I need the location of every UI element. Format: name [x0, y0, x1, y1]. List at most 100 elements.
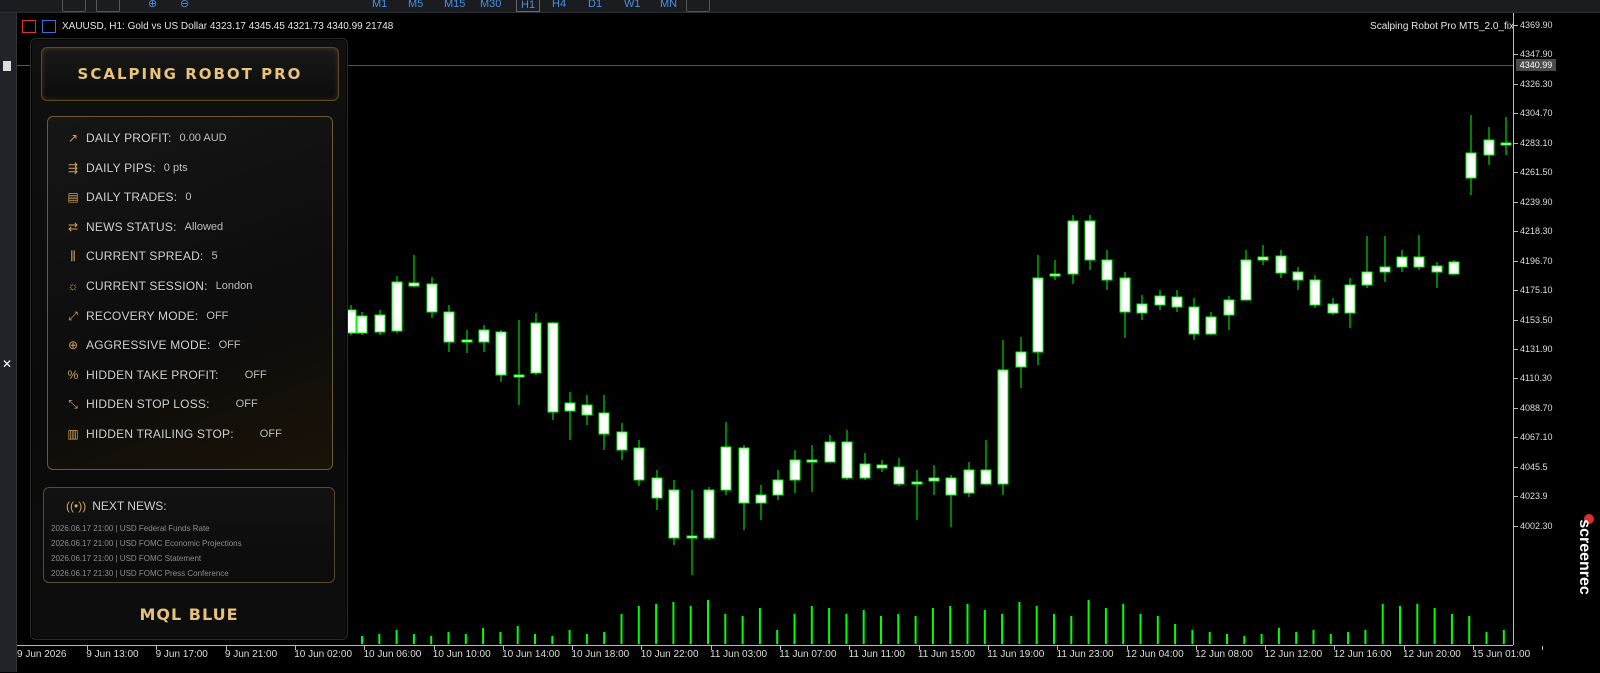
- candle-body: [703, 489, 715, 539]
- candle-body: [859, 463, 871, 479]
- candle-body: [1275, 255, 1287, 274]
- price-label: 4196.70: [1520, 255, 1553, 266]
- time-label: 10 Jun 14:00: [502, 649, 560, 660]
- stat-row: ⊕ AGGRESSIVE MODE: OFF: [66, 337, 241, 353]
- price-tick: [1514, 348, 1518, 350]
- candle-body: [1361, 271, 1373, 286]
- stat-label: NEWS STATUS:: [86, 219, 177, 234]
- stat-label: CURRENT SPREAD:: [86, 249, 204, 264]
- candle-body: [547, 322, 559, 413]
- candle-body: [651, 477, 663, 499]
- price-label: 4261.50: [1520, 167, 1553, 178]
- time-label: 10 Jun 02:00: [294, 649, 353, 660]
- price-label: 4283.10: [1520, 137, 1553, 148]
- candle-body: [1292, 271, 1304, 281]
- candle-body: [530, 322, 542, 374]
- news-item: 2026.06.17 21:00 | USD Federal Funds Rat…: [51, 524, 210, 533]
- time-label: 12 Jun 04:00: [1125, 649, 1184, 660]
- price-tick: [1514, 172, 1518, 174]
- price-tick: [1514, 83, 1518, 85]
- stat-label: DAILY PROFIT:: [86, 131, 172, 145]
- spread-icon: ⫼: [70, 249, 76, 264]
- candle-body: [1240, 259, 1252, 301]
- broadcast-icon: ((•)): [66, 499, 87, 513]
- price-tick: [1514, 525, 1518, 527]
- stat-value: OFF: [244, 368, 267, 381]
- candle-body: [1015, 351, 1027, 368]
- price-tick: [1514, 319, 1518, 321]
- time-label: 11 Jun 15:00: [917, 649, 975, 660]
- stats-box: ↗ DAILY PROFIT: 0.00 AUD ⇶ DAILY PIPS: 0 pts ▤…: [47, 116, 333, 470]
- stat-row: ↗ DAILY PROFIT: 0.00 AUD: [66, 130, 227, 146]
- time-label: 10 Jun 18:00: [571, 649, 630, 660]
- candle-body: [1309, 279, 1321, 306]
- candle-body: [1483, 139, 1495, 156]
- price-tick: [1514, 231, 1518, 233]
- trades-icon: ▤: [67, 190, 79, 205]
- news-item: 2026.06.17 21:00 | USD FOMC Economic Pro…: [51, 539, 242, 548]
- stat-row: ☼ CURRENT SESSION: London: [66, 278, 253, 294]
- price-label: 4110.30: [1520, 373, 1552, 384]
- price-tick: [1514, 496, 1518, 498]
- price-tick: [1514, 201, 1518, 203]
- candle-body: [1136, 303, 1148, 314]
- candle-body: [374, 314, 386, 333]
- candle-body: [1171, 296, 1183, 308]
- price-label: 4347.90: [1520, 49, 1553, 60]
- price-label: 4023.9: [1520, 491, 1548, 502]
- price-tick: [1514, 407, 1518, 409]
- price-label: 4304.70: [1520, 108, 1553, 119]
- expert-name[interactable]: Scalping Robot Pro MT5_2.0_fix: [1370, 21, 1514, 32]
- stat-row: ▤ DAILY TRADES: 0: [66, 189, 191, 205]
- candle-body: [1257, 256, 1269, 261]
- stat-label: HIDDEN STOP LOSS:: [86, 397, 210, 412]
- candle-body: [720, 446, 732, 491]
- candle-body: [824, 441, 836, 463]
- candle-body: [443, 311, 455, 343]
- candle-body: [1431, 265, 1443, 273]
- time-label: 12 Jun 16:00: [1333, 649, 1392, 660]
- candle-body: [1154, 295, 1166, 306]
- stat-label: CURRENT SESSION:: [86, 279, 208, 293]
- candle-body: [686, 535, 698, 539]
- stat-label: DAILY TRADES:: [86, 190, 178, 205]
- candle-body: [1084, 220, 1096, 261]
- stop-loss-icon: ⤡: [68, 397, 78, 412]
- list-icon[interactable]: [22, 20, 36, 33]
- symbol-info: XAUUSD, H1: Gold vs US Dollar 4323.17 43…: [22, 20, 393, 33]
- candle-body: [980, 469, 992, 485]
- candle-body: [841, 441, 853, 479]
- candle-body: [945, 477, 957, 496]
- candle-body: [911, 481, 923, 485]
- news-status-icon: ⇄: [67, 219, 79, 234]
- candle-body: [963, 469, 975, 494]
- stat-label: RECOVERY MODE:: [86, 308, 199, 323]
- candle-body: [1067, 220, 1079, 275]
- stat-row: ⇄ NEWS STATUS: Allowed: [66, 219, 223, 235]
- stat-row: ⤢ RECOVERY MODE: OFF: [66, 308, 228, 324]
- chart-icon[interactable]: [42, 20, 56, 33]
- candle-body: [1500, 142, 1512, 146]
- price-tick: [1514, 54, 1518, 56]
- stat-value: London: [215, 280, 253, 292]
- time-label: 11 Jun 11:00: [848, 649, 905, 660]
- time-axis[interactable]: 9 Jun 2026 9 Jun 13:00 9 Jun 17:00 9 Jun 21…: [17, 645, 1544, 673]
- time-label: 11 Jun 23:00: [1056, 649, 1114, 660]
- price-tick: [1514, 466, 1518, 468]
- price-tick: [1514, 25, 1518, 26]
- candle-body: [408, 282, 420, 287]
- recovery-icon: ⤢: [68, 308, 78, 323]
- news-item: 2026.06.17 21:30 | USD FOMC Press Confer…: [51, 569, 229, 578]
- price-label: 4218.30: [1520, 226, 1553, 237]
- stat-value: 0: [185, 191, 192, 204]
- stat-label: AGGRESSIVE MODE:: [86, 338, 211, 353]
- time-label: 11 Jun 07:00: [779, 649, 837, 660]
- price-label: 4088.70: [1520, 402, 1553, 413]
- time-label: 9 Jun 2026: [17, 649, 67, 660]
- stat-value: 5: [211, 250, 218, 263]
- time-label: 10 Jun 22:00: [640, 649, 699, 660]
- news-item: 2026.06.17 21:00 | USD FOMC Statement: [51, 554, 202, 563]
- candle-body: [581, 404, 593, 416]
- candle-body: [1379, 266, 1391, 273]
- trailing-stop-icon: ▥: [67, 427, 79, 441]
